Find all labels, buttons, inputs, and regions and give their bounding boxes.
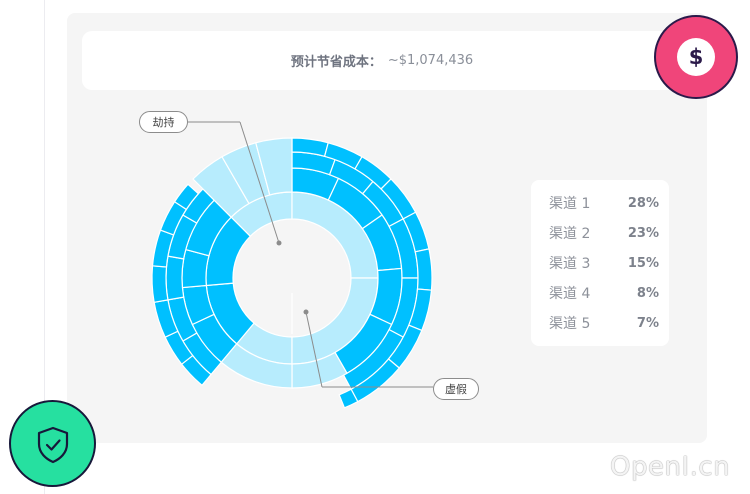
dollar-icon: $ [677, 38, 715, 76]
hijack-point [276, 240, 282, 246]
legend-row: 渠道 5 7% [549, 312, 659, 334]
legend-row: 渠道 2 23% [549, 222, 659, 244]
callout-fake: 虚假 [433, 378, 479, 400]
legend-pct: 28% [627, 195, 659, 211]
callout-hijack-label: 劫持 [152, 116, 175, 129]
callout-hijack: 劫持 [139, 111, 188, 133]
shield-badge [9, 400, 96, 487]
legend-name: 渠道 4 [549, 286, 591, 302]
dollar-badge: $ [654, 15, 738, 99]
legend-name: 渠道 5 [549, 316, 591, 332]
legend-row: 渠道 4 8% [549, 282, 659, 304]
legend-pct: 23% [627, 225, 659, 241]
dollar-symbol: $ [688, 45, 704, 69]
legend-panel: 渠道 1 28% 渠道 2 23% 渠道 3 15% 渠道 4 8% 渠道 5 … [531, 180, 669, 346]
legend-name: 渠道 3 [549, 256, 591, 272]
legend-row: 渠道 3 15% [549, 252, 659, 274]
legend-pct: 8% [636, 285, 659, 301]
watermark: OpenI.cn [610, 452, 731, 482]
fake-point [303, 309, 309, 315]
sunburst-ring-4 [414, 248, 433, 291]
legend-row: 渠道 1 28% [549, 192, 659, 214]
shield-check-icon [37, 426, 68, 463]
callout-fake-label: 虚假 [445, 383, 467, 396]
legend-pct: 7% [636, 315, 659, 331]
sunburst-left-3 [165, 255, 185, 301]
sunburst-left-4 [151, 265, 169, 304]
legend-name: 渠道 2 [549, 226, 591, 242]
legend-pct: 15% [627, 255, 659, 271]
legend-name: 渠道 1 [549, 196, 591, 212]
